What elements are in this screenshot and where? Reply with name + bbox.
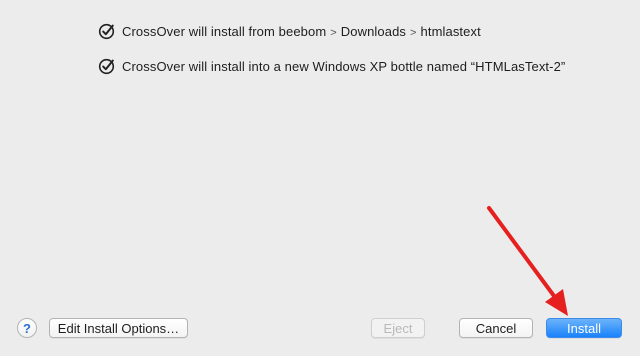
cancel-button[interactable]: Cancel — [459, 318, 533, 338]
install-source-row: CrossOver will install from beebom > Downl… — [98, 21, 481, 41]
install-bottle-row: CrossOver will install into a new Window… — [98, 56, 565, 76]
install-bottle-text: CrossOver will install into a new Window… — [122, 58, 566, 74]
red-arrow-annotation — [487, 206, 568, 316]
install-button[interactable]: Install — [546, 318, 622, 338]
checkmark-circle-icon — [98, 23, 115, 39]
path-segment-htmlastext: htmlastext — [420, 23, 481, 39]
eject-button[interactable]: Eject — [371, 318, 425, 338]
install-source-text: CrossOver will install from beebom > Downl… — [122, 24, 481, 39]
edit-install-options-button[interactable]: Edit Install Options… — [49, 318, 188, 338]
chevron-right-icon: > — [330, 26, 337, 39]
chevron-right-icon: > — [410, 26, 417, 39]
path-segment-beebom: beebom — [278, 23, 327, 39]
crossover-install-window: CrossOver will install from beebom > Downl… — [0, 0, 640, 356]
help-button[interactable]: ? — [17, 318, 37, 338]
install-source-prefix: CrossOver will install from — [122, 23, 275, 39]
checkmark-circle-icon — [98, 58, 115, 74]
path-segment-downloads: Downloads — [340, 23, 407, 39]
